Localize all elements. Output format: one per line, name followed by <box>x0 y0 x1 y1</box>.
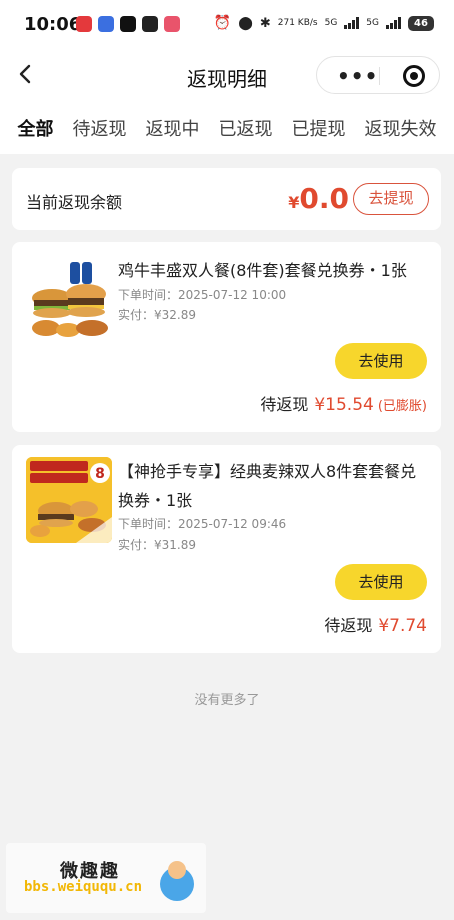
watermark-url: bbs.weiququ.cn <box>24 879 143 895</box>
order-time: 下单时间：2025-07-12 09:46 <box>118 517 287 531</box>
balance-value: 0.0 <box>299 182 349 215</box>
battery-icon: 46 <box>408 15 434 31</box>
signal-icon <box>344 17 360 29</box>
site-watermark: 微趣趣 bbs.weiququ.cn <box>6 843 206 913</box>
status-app-icons <box>76 16 180 32</box>
app-notification-icon <box>76 16 92 32</box>
no-more-text: 没有更多了 <box>194 693 260 708</box>
burger-meal-image <box>32 262 108 337</box>
mascot-icon <box>160 861 194 901</box>
pending-cashback: 待返现 ¥15.54 (已膨胀) <box>260 391 427 415</box>
balance-amount: ¥0.0 <box>288 182 349 215</box>
app-notification-icon <box>120 16 136 32</box>
order-time: 下单时间：2025-07-12 10:00 <box>118 288 287 302</box>
nav-bar: 返现明细 ••• <box>0 50 454 102</box>
tab-cashed-back[interactable]: 已返现 <box>219 115 273 141</box>
product-image: 8 <box>26 457 112 543</box>
paid-amount: 实付：¥31.89 <box>118 538 196 552</box>
more-button[interactable]: ••• <box>337 64 378 88</box>
status-time: 10:06 <box>24 14 82 35</box>
balance-card: 当前返现余额 ¥0.0 去提现 <box>12 168 441 230</box>
tab-in-progress[interactable]: 返现中 <box>146 115 200 141</box>
pending-label: 待返现 <box>260 395 309 414</box>
withdraw-button[interactable]: 去提现 <box>353 183 429 215</box>
bluetooth-icon: ✱ <box>259 15 271 31</box>
app-notification-icon <box>164 16 180 32</box>
pending-cashback: 待返现 ¥7.74 <box>324 612 427 636</box>
pending-amount: ¥7.74 <box>378 616 427 636</box>
pending-amount: ¥15.54 <box>314 395 374 415</box>
close-target-button[interactable] <box>403 65 425 87</box>
burger-meal-image: 8 <box>26 457 112 543</box>
tab-expired[interactable]: 返现失效 <box>365 115 437 141</box>
network-speed: 271 KB/s <box>277 18 318 28</box>
status-indicators: ⏰ ⬤ ✱ 271 KB/s 5G 5G 46 <box>214 15 434 31</box>
tab-withdrawn[interactable]: 已提现 <box>292 115 346 141</box>
mini-program-capsule: ••• <box>316 56 440 94</box>
location-icon: ⬤ <box>238 15 253 31</box>
paid-amount: 实付：¥32.89 <box>118 308 196 322</box>
balance-label: 当前返现余额 <box>26 193 123 212</box>
network-type-2: 5G <box>366 18 379 28</box>
app-notification-icon <box>142 16 158 32</box>
network-type-1: 5G <box>324 18 338 28</box>
product-image <box>26 258 112 344</box>
currency-symbol: ¥ <box>288 193 300 212</box>
product-title: 【神抢手专享】经典麦辣双人8件套套餐兑换券・1张 <box>118 462 417 510</box>
use-coupon-button[interactable]: 去使用 <box>335 343 427 379</box>
tab-all[interactable]: 全部 <box>18 115 54 141</box>
signal-icon <box>386 17 401 29</box>
use-coupon-button[interactable]: 去使用 <box>335 564 427 600</box>
order-card[interactable]: 8 【神抢手专享】经典麦辣双人8件套套餐兑换券・1张 下单时间：2025-07-… <box>12 445 441 653</box>
filter-tabs: 全部 待返现 返现中 已返现 已提现 返现失效 <box>0 102 454 154</box>
inflated-note: (已膨胀) <box>377 399 427 414</box>
product-title: 鸡牛丰盛双人餐(8件套)套餐兑换券・1张 <box>118 261 407 280</box>
capsule-divider <box>379 67 380 85</box>
app-notification-icon <box>98 16 114 32</box>
pending-label: 待返现 <box>324 616 373 635</box>
alarm-icon: ⏰ <box>213 15 232 31</box>
tab-pending[interactable]: 待返现 <box>73 115 127 141</box>
order-card[interactable]: 鸡牛丰盛双人餐(8件套)套餐兑换券・1张 下单时间：2025-07-12 10:… <box>12 242 441 432</box>
svg-text:8: 8 <box>95 466 105 482</box>
status-bar: 10:06 ⏰ ⬤ ✱ 271 KB/s 5G 5G 46 <box>0 0 454 50</box>
